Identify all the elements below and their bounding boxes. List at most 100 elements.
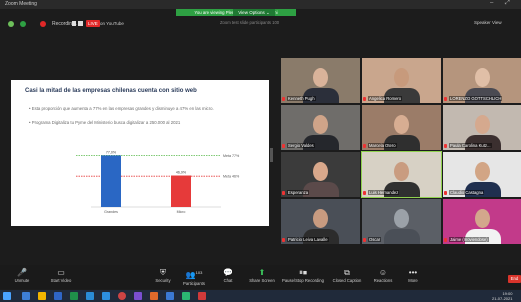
slide-bullet: • Programa Digitaliza tu Pyme del Minist… (29, 120, 181, 125)
bar-value-label: 77,0% (106, 150, 117, 154)
participant-name: LORENZO GOTTSCHLICH (449, 96, 503, 101)
chat-label: Chat (223, 278, 233, 283)
category-tick-label: Micro (177, 210, 186, 214)
bar-value-label: 46,9% (176, 171, 187, 175)
mic-muted-icon (363, 191, 366, 195)
more-button[interactable]: ••• More (396, 268, 430, 283)
participant-tile[interactable]: Paula Carolina Kutz... (443, 105, 521, 150)
participant-tile[interactable]: Claudio Castagna (443, 152, 521, 197)
unmute-label: Unmute (14, 278, 30, 283)
mic-off-icon: 🎤 (17, 268, 27, 277)
meeting-toolbar: 🎤 Unmute ▭ Start Video ⛨ Security 👥103 Parti… (0, 265, 521, 289)
view-options-button[interactable]: View Options ⌄ (233, 9, 275, 16)
mic-muted-icon (282, 238, 285, 242)
chrome-icon[interactable] (118, 292, 126, 300)
participant-name: Marcela Otero (368, 143, 397, 148)
more-icon: ••• (408, 268, 418, 277)
participant-tile[interactable]: Kenneth Pugh (281, 58, 360, 103)
participant-tile[interactable]: Marcela Otero (362, 105, 441, 150)
bar (171, 175, 191, 207)
participant-tile[interactable]: Angelica Romero (362, 58, 441, 103)
participant-name: Oscar (368, 237, 382, 242)
mic-muted-icon (363, 238, 366, 242)
clock-date: 21-07-2021 (492, 296, 513, 301)
participant-video (384, 229, 420, 244)
participant-face (394, 115, 409, 134)
mic-muted-icon (444, 97, 447, 101)
start-video-button[interactable]: ▭ Start Video (44, 268, 78, 283)
participant-tile[interactable]: Oscar (362, 199, 441, 244)
participant-face (313, 68, 328, 87)
participant-tile[interactable]: Sergio Valdes (281, 105, 360, 150)
participant-name: Claudio Castagna (449, 190, 485, 195)
participant-name: Esperanza (287, 190, 310, 195)
pause-stop-recording-button[interactable]: ⏸⏹ Pause/Stop Recording (282, 268, 324, 283)
participant-face (475, 115, 490, 134)
bar (101, 155, 121, 207)
participant-tile[interactable]: Jaime (moviendose) (443, 199, 521, 244)
participant-face (475, 68, 490, 87)
app-icon[interactable] (166, 292, 174, 300)
powerpoint-icon[interactable] (150, 292, 158, 300)
mic-muted-icon (444, 191, 447, 195)
participant-tile[interactable]: LORENZO GOTTSCHLICH (443, 58, 521, 103)
mic-muted-icon (282, 97, 285, 101)
stop-icon[interactable] (78, 21, 83, 26)
participant-face (475, 209, 490, 228)
share-screen-button[interactable]: ⬆ Share Screen (245, 268, 279, 283)
teams-icon[interactable] (134, 292, 142, 300)
windows-taskbar: 19:00 21-07-2021 (0, 290, 521, 302)
app-icon[interactable] (198, 292, 206, 300)
outlook-icon[interactable] (86, 292, 94, 300)
mic-muted-icon (444, 238, 447, 242)
participant-face (313, 115, 328, 134)
zoom-icon[interactable] (102, 292, 110, 300)
participant-name: Jaime (moviendose) (449, 237, 489, 242)
participant-name: Paula Carolina Kutz... (449, 143, 492, 148)
maximize-button[interactable]: ⤢ (505, 0, 510, 7)
speaker-view-button[interactable]: Speaker View (474, 20, 502, 25)
word-icon[interactable] (54, 292, 62, 300)
taskbar-clock[interactable]: 19:00 21-07-2021 (492, 291, 512, 301)
record-icon (40, 21, 46, 27)
title-bar: Zoom Meeting – ⤢ (0, 0, 521, 9)
participant-tile[interactable]: Patricio Leiva Lavalle (281, 199, 360, 244)
participant-name: Angelica Romero (368, 96, 403, 101)
pause-icon[interactable] (72, 21, 76, 26)
minimize-button[interactable]: – (490, 0, 493, 6)
reactions-label: Reactions (373, 278, 393, 283)
status-line: Zoom test slide participants 100 (220, 20, 280, 25)
participant-face (394, 68, 409, 87)
participants-count: 103 (195, 270, 203, 275)
mic-muted-icon (444, 144, 447, 148)
participant-tile[interactable]: Esperanza (281, 152, 360, 197)
more-label: More (408, 278, 418, 283)
resize-handle[interactable] (270, 148, 273, 162)
folder-icon[interactable] (38, 292, 46, 300)
cc-icon: ⧉ (344, 268, 350, 277)
participants-button[interactable]: 👥103 Participants (177, 268, 211, 286)
app-icon[interactable] (182, 292, 190, 300)
participant-face (475, 162, 490, 181)
live-badge: LIVE (86, 20, 100, 27)
mic-muted-icon (363, 144, 366, 148)
slide-bullet-text: Esta proporción que aumenta a 77% en las… (31, 106, 214, 111)
chat-button[interactable]: 💬 Chat (211, 268, 245, 283)
category-tick-label: Grandes (104, 210, 118, 214)
reference-line-label: Meta 77% (223, 154, 240, 158)
end-button[interactable]: End (508, 275, 521, 283)
shield-icon[interactable] (8, 21, 14, 27)
unmute-button[interactable]: 🎤 Unmute (5, 268, 39, 283)
encryption-icon (20, 21, 26, 27)
participant-face (394, 162, 409, 181)
reactions-button[interactable]: ☺ Reactions (366, 268, 400, 283)
closed-caption-label: Closed Caption (332, 278, 362, 283)
participants-label: Participants (183, 280, 205, 286)
start-icon[interactable] (3, 292, 11, 300)
participant-face (313, 209, 328, 228)
closed-caption-button[interactable]: ⧉ Closed Caption (328, 268, 366, 283)
security-button[interactable]: ⛨ Security (146, 268, 180, 283)
app-icon[interactable] (22, 292, 30, 300)
excel-icon[interactable] (70, 292, 78, 300)
participant-tile[interactable]: Luis Hernandez (361, 151, 442, 198)
